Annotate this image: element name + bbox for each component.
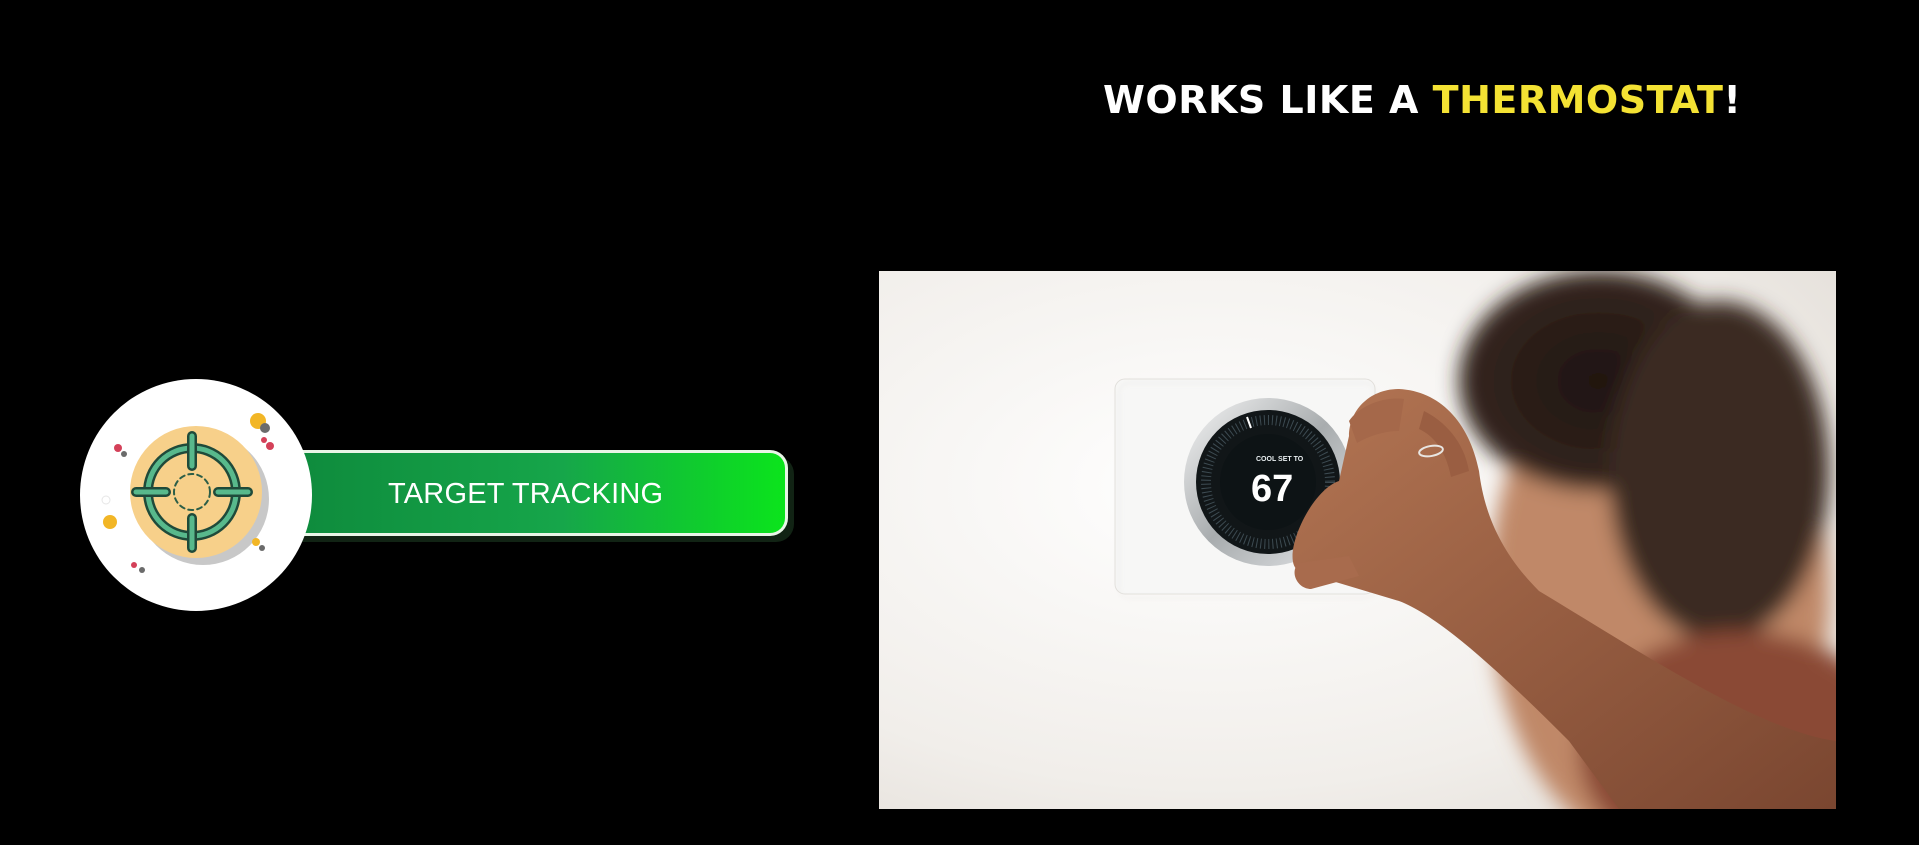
headline-prefix: WORKS LIKE A: [1103, 78, 1433, 122]
crosshair-target-icon: [100, 400, 290, 590]
thermostat-hand-photo: [879, 271, 1836, 809]
headline: WORKS LIKE A THERMOSTAT!: [1103, 78, 1741, 122]
slide: WORKS LIKE A THERMOSTAT! TARGET TRACKING: [0, 0, 1919, 845]
thermostat-temperature: 67: [1251, 468, 1294, 510]
badge-label: TARGET TRACKING: [388, 478, 664, 510]
headline-highlight: THERMOSTAT: [1432, 78, 1724, 122]
headline-suffix: !: [1723, 78, 1742, 122]
thermostat-mode-label: COOL SET TO: [1256, 456, 1304, 463]
